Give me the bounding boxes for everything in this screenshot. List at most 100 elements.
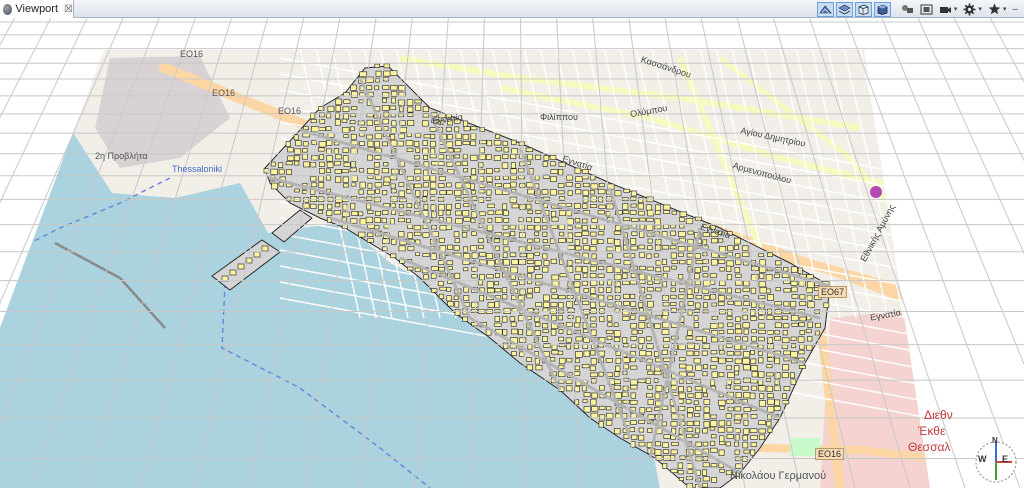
building-block xyxy=(567,190,573,196)
building-block xyxy=(374,162,380,168)
3d-viewport[interactable]: EO16 EO16 EO16 EO16 EO67 2η Προβλήτα The… xyxy=(0,18,1024,488)
building-block xyxy=(639,265,646,271)
building-block xyxy=(799,330,805,335)
bookmark-menu-arrow-icon[interactable]: ▾ xyxy=(1003,5,1007,13)
building-block xyxy=(589,365,596,372)
perspective-view-icon[interactable] xyxy=(816,1,834,17)
view-menu-dash-icon[interactable]: – xyxy=(1012,4,1018,15)
video-camera-icon[interactable] xyxy=(937,2,954,17)
building-block xyxy=(581,364,590,369)
building-block xyxy=(582,266,589,273)
building-block xyxy=(791,266,798,273)
building-block xyxy=(686,420,694,426)
building-block xyxy=(646,217,654,222)
building-block xyxy=(437,281,444,287)
compass-west-label: W xyxy=(978,454,987,464)
building-block xyxy=(623,293,630,299)
building-block xyxy=(623,260,632,266)
building-block xyxy=(599,316,605,322)
camera-navigate-icon[interactable] xyxy=(899,2,916,17)
box-view-icon[interactable] xyxy=(854,1,872,17)
building-block xyxy=(543,203,548,209)
compass-widget[interactable]: N E W xyxy=(972,436,1020,484)
building-block xyxy=(637,329,643,334)
viewport-tab[interactable]: Viewport ☒ xyxy=(0,0,74,18)
building-block xyxy=(327,132,335,138)
building-block xyxy=(645,377,651,384)
building-block xyxy=(653,253,659,258)
building-block xyxy=(534,154,542,160)
building-block xyxy=(686,294,694,299)
building-block xyxy=(350,202,356,210)
building-block xyxy=(591,406,599,412)
building-block xyxy=(495,147,502,152)
building-block xyxy=(638,337,645,344)
building-block xyxy=(542,336,548,342)
building-block xyxy=(647,427,653,433)
building-block xyxy=(614,428,621,435)
building-block xyxy=(534,252,540,256)
building-block xyxy=(629,427,636,432)
building-block xyxy=(374,182,383,188)
building-block xyxy=(597,273,605,278)
building-block xyxy=(350,133,357,140)
layers-view-icon[interactable] xyxy=(835,1,853,17)
close-tab-icon[interactable]: ☒ xyxy=(64,4,73,15)
camera-menu-arrow-icon[interactable]: ▾ xyxy=(954,5,958,13)
building-block xyxy=(781,372,789,379)
building-block xyxy=(319,168,325,174)
building-block xyxy=(310,176,317,182)
frame-view-icon[interactable] xyxy=(918,2,935,17)
building-block xyxy=(358,189,364,195)
building-block xyxy=(391,97,396,104)
building-block xyxy=(767,398,775,405)
building-block xyxy=(686,407,694,413)
building-block xyxy=(590,224,597,229)
solid-view-icon[interactable] xyxy=(873,1,891,17)
building-block xyxy=(614,281,621,287)
building-block xyxy=(462,154,468,160)
building-block xyxy=(447,134,453,140)
building-block xyxy=(719,435,725,442)
building-block xyxy=(703,295,710,300)
viewport-tab-bar: Viewport ☒ ▾ ▾ ▾ – xyxy=(0,0,1024,18)
building-block xyxy=(334,119,341,126)
building-block xyxy=(422,147,429,155)
settings-menu-arrow-icon[interactable]: ▾ xyxy=(978,5,982,13)
building-block xyxy=(270,161,276,167)
building-block xyxy=(430,181,437,189)
building-block xyxy=(382,141,388,147)
building-block xyxy=(431,266,439,271)
building-block xyxy=(687,342,695,349)
building-block xyxy=(638,434,645,441)
building-block xyxy=(526,357,532,362)
building-block xyxy=(726,420,732,426)
building-block xyxy=(751,336,757,342)
settings-gear-icon[interactable] xyxy=(961,2,978,17)
building-block xyxy=(343,162,351,167)
building-block xyxy=(615,365,621,372)
map-label-eo16: EO16 xyxy=(815,448,845,460)
building-block xyxy=(717,322,724,329)
building-block xyxy=(557,350,564,355)
building-block xyxy=(590,372,598,378)
building-block xyxy=(590,316,597,322)
building-block xyxy=(605,211,611,217)
building-block xyxy=(701,350,708,356)
building-block xyxy=(470,126,478,131)
building-block xyxy=(326,148,332,154)
building-block xyxy=(750,358,757,365)
building-block xyxy=(646,393,653,398)
building-block xyxy=(726,274,733,281)
building-block xyxy=(526,252,534,260)
bookmark-star-icon[interactable] xyxy=(986,2,1003,17)
building-block xyxy=(670,224,676,229)
building-block xyxy=(405,140,414,147)
building-block xyxy=(647,399,654,406)
building-block xyxy=(511,203,519,209)
building-block xyxy=(709,273,718,278)
building-block xyxy=(319,161,325,168)
building-block xyxy=(511,259,519,265)
building-block xyxy=(503,183,511,189)
building-block xyxy=(630,384,638,390)
